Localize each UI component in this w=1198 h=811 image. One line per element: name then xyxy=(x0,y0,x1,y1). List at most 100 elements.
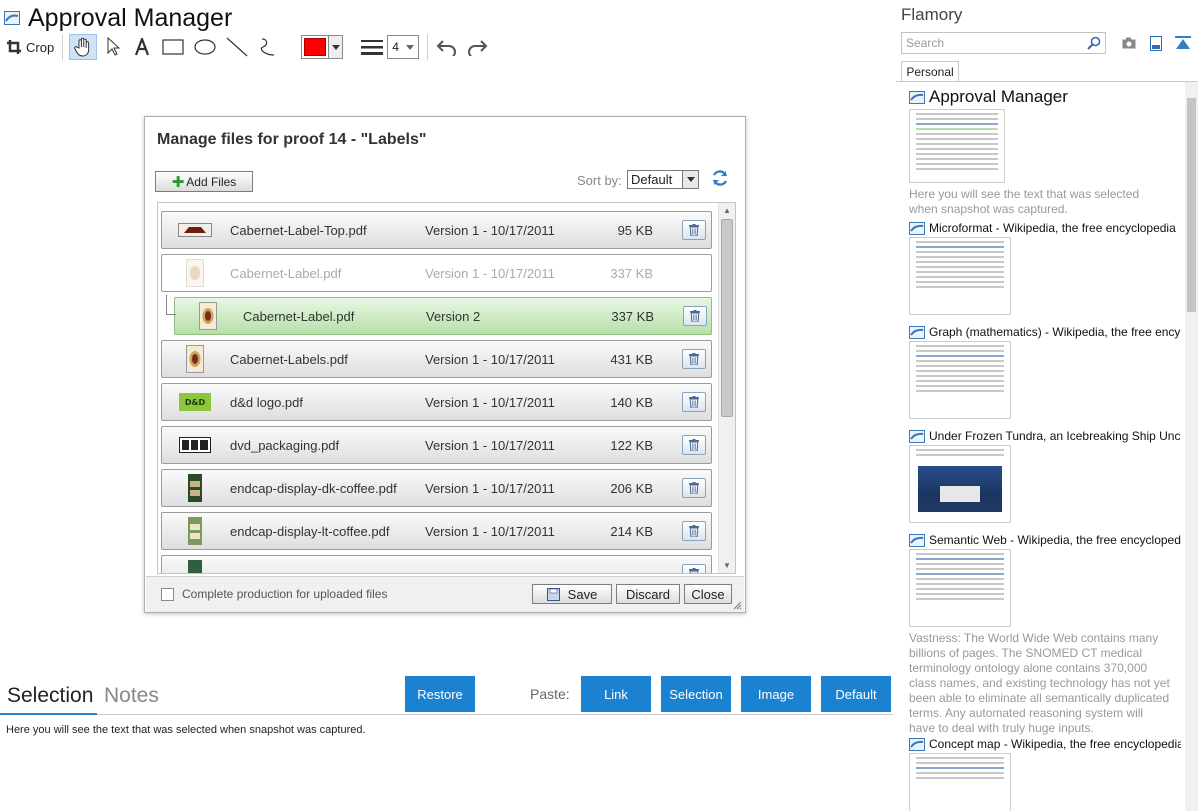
sidebar-scrollbar[interactable] xyxy=(1185,82,1198,811)
snapshot-entry[interactable]: Approval Manager Here you will see the t… xyxy=(909,87,1181,217)
document-icon[interactable] xyxy=(1148,35,1164,51)
file-thumbnail xyxy=(172,258,218,288)
file-row[interactable]: D&D d&d logo.pdf Version 1 - 10/17/2011 140… xyxy=(161,383,712,421)
file-name: dvd_packaging.pdf xyxy=(230,437,340,453)
collapse-icon[interactable] xyxy=(1175,35,1191,51)
main-pane: Approval Manager Crop 4 Manage files for… xyxy=(0,0,893,811)
file-size: 214 KB xyxy=(610,523,653,539)
snapshot-entry[interactable]: Graph (mathematics) - Wikipedia, the fre… xyxy=(909,325,1181,419)
dialog-footer: Complete production for uploaded files S… xyxy=(146,576,744,612)
delete-button[interactable] xyxy=(682,564,706,573)
stroke-color-picker[interactable] xyxy=(301,35,344,59)
entry-title: Under Frozen Tundra, an Icebreaking Ship… xyxy=(929,429,1181,443)
discard-button[interactable]: Discard xyxy=(616,584,680,604)
chevron-down-icon xyxy=(682,171,698,188)
line-width-selector[interactable]: 4 xyxy=(361,35,420,59)
scroll-thumb[interactable] xyxy=(721,219,733,417)
snapshot-entry[interactable]: Microformat - Wikipedia, the free encycl… xyxy=(909,221,1181,315)
line-width-value: 4 xyxy=(392,40,399,54)
save-button[interactable]: Save xyxy=(532,584,612,604)
snapshot-thumbnail[interactable] xyxy=(909,549,1011,627)
file-row[interactable]: Cabernet-Label.pdf Version 1 - 10/17/2011… xyxy=(161,254,712,292)
tab-personal[interactable]: Personal xyxy=(901,61,959,82)
snapshot-entry[interactable]: Under Frozen Tundra, an Icebreaking Ship… xyxy=(909,429,1181,523)
paste-link-button[interactable]: Link xyxy=(581,676,651,712)
file-version: Version 1 - 10/17/2011 xyxy=(425,351,555,367)
file-list[interactable]: Cabernet-Label-Top.pdf Version 1 - 10/17/… xyxy=(157,202,736,574)
pointer-tool-button[interactable] xyxy=(101,34,125,60)
version-tree-connector xyxy=(166,295,176,315)
paste-image-button[interactable]: Image xyxy=(741,676,811,712)
line-width-select[interactable]: 4 xyxy=(387,35,420,59)
delete-button[interactable] xyxy=(682,435,706,455)
rectangle-tool-button[interactable] xyxy=(159,34,187,60)
tab-selection[interactable]: Selection xyxy=(7,684,93,708)
crop-button[interactable]: Crop xyxy=(6,34,54,60)
app-window: Approval Manager Crop 4 Manage files for… xyxy=(0,0,1198,811)
file-size: 337 KB xyxy=(610,265,653,281)
undo-button[interactable] xyxy=(434,34,460,60)
floppy-disk-icon xyxy=(546,587,560,601)
text-tool-button[interactable] xyxy=(129,34,155,60)
restore-button[interactable]: Restore xyxy=(405,676,475,712)
hand-tool-button[interactable] xyxy=(69,34,98,60)
line-tool-button[interactable] xyxy=(223,34,251,60)
add-files-label: Add Files xyxy=(186,174,237,189)
dialog-title: Manage files for proof 14 - "Labels" xyxy=(157,131,427,148)
freehand-tool-button[interactable] xyxy=(255,34,281,60)
entry-title: Concept map - Wikipedia, the free encycl… xyxy=(929,737,1181,751)
resize-grip-icon[interactable] xyxy=(732,600,742,610)
snapshot-entry[interactable]: Concept map - Wikipedia, the free encycl… xyxy=(909,737,1181,811)
delete-button[interactable] xyxy=(682,349,706,369)
file-size: 431 KB xyxy=(610,351,653,367)
app-icon xyxy=(909,429,925,443)
trash-icon xyxy=(690,310,700,322)
rectangle-icon xyxy=(162,39,184,55)
app-icon xyxy=(909,325,925,339)
snapshot-thumbnail[interactable] xyxy=(909,753,1011,811)
file-row[interactable]: Cabernet-Label-Top.pdf Version 1 - 10/17/… xyxy=(161,211,712,249)
thumbnail-preview xyxy=(910,345,1010,392)
snapshot-thumbnail[interactable] xyxy=(909,237,1011,315)
snapshot-thumbnail[interactable] xyxy=(909,445,1011,523)
scroll-down-icon[interactable]: ▼ xyxy=(723,561,731,570)
delete-button[interactable] xyxy=(683,306,707,326)
snapshot-entry[interactable]: Semantic Web - Wikipedia, the free encyc… xyxy=(909,533,1181,736)
file-row[interactable] xyxy=(161,555,712,573)
snapshot-thumbnail[interactable] xyxy=(909,109,1005,183)
complete-production-checkbox[interactable]: Complete production for uploaded files xyxy=(161,587,387,601)
file-row[interactable]: dvd_packaging.pdf Version 1 - 10/17/2011 1… xyxy=(161,426,712,464)
scroll-up-icon[interactable]: ▲ xyxy=(723,206,731,215)
redo-button[interactable] xyxy=(464,34,490,60)
checkbox[interactable] xyxy=(161,587,174,601)
file-row[interactable]: endcap-display-dk-coffee.pdf Version 1 - … xyxy=(161,469,712,507)
toolbar-divider xyxy=(427,34,429,60)
selection-text[interactable]: Here you will see the text that was sele… xyxy=(6,724,366,736)
app-icon xyxy=(909,221,925,235)
file-list-scrollbar[interactable]: ▲ ▼ xyxy=(718,203,735,573)
delete-button[interactable] xyxy=(682,220,706,240)
snapshot-thumbnail[interactable] xyxy=(909,341,1011,419)
paste-default-button[interactable]: Default xyxy=(821,676,891,712)
tab-notes[interactable]: Notes xyxy=(104,684,159,708)
add-files-button[interactable]: ✚ Add Files xyxy=(155,171,253,192)
paste-selection-button[interactable]: Selection xyxy=(661,676,731,712)
search-icon[interactable] xyxy=(1087,36,1101,50)
plus-icon: ✚ xyxy=(171,173,185,191)
ellipse-tool-button[interactable] xyxy=(191,34,219,60)
file-thumbnail xyxy=(172,559,218,573)
file-row[interactable]: endcap-display-lt-coffee.pdf Version 1 - … xyxy=(161,512,712,550)
delete-button[interactable] xyxy=(682,392,706,412)
close-button[interactable]: Close xyxy=(684,584,732,604)
sort-select[interactable]: Default xyxy=(627,170,699,189)
refresh-icon[interactable] xyxy=(711,169,729,187)
camera-icon[interactable] xyxy=(1121,35,1137,51)
delete-button[interactable] xyxy=(682,478,706,498)
thumbnail-preview xyxy=(910,757,1010,779)
delete-button[interactable] xyxy=(682,521,706,541)
search-input[interactable]: Search xyxy=(901,32,1106,54)
file-row[interactable]: Cabernet-Label.pdf Version 2 337 KB xyxy=(174,297,712,335)
file-row[interactable]: Cabernet-Labels.pdf Version 1 - 10/17/201… xyxy=(161,340,712,378)
scroll-thumb[interactable] xyxy=(1187,98,1196,312)
close-label: Close xyxy=(691,586,725,602)
